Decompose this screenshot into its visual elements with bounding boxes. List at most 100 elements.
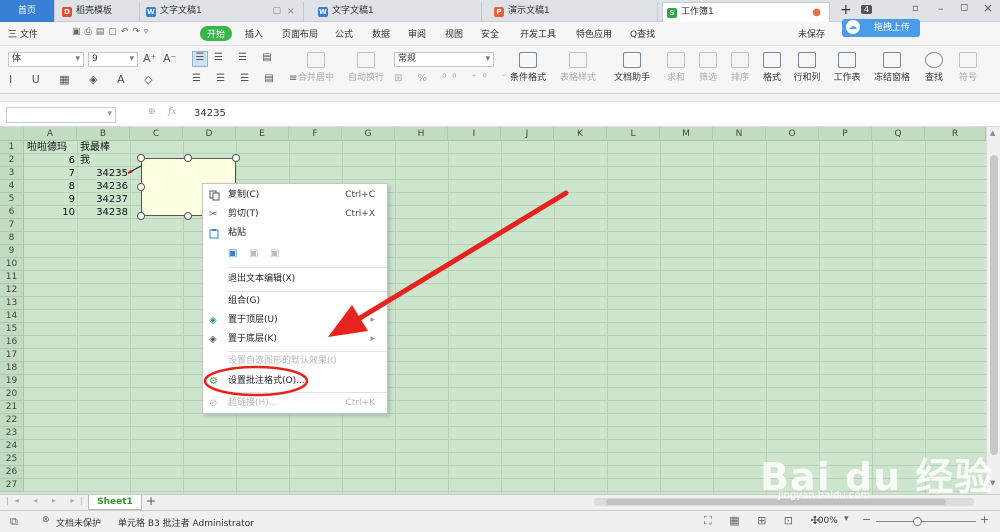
cell-b5[interactable]: 34237 xyxy=(77,193,128,206)
menu-item-group[interactable]: 组合(G) xyxy=(203,292,387,311)
conditional-format-button[interactable]: 条件格式 xyxy=(506,52,550,83)
column-header[interactable]: I xyxy=(448,127,501,141)
tab-start[interactable]: 开始 xyxy=(200,26,233,41)
resize-handle[interactable] xyxy=(137,183,145,191)
filter-button[interactable]: 筛选 xyxy=(694,52,722,83)
tab-home[interactable]: 首页 xyxy=(0,0,55,22)
merge-center-button[interactable]: 合并居中 xyxy=(294,52,338,83)
column-header[interactable]: C xyxy=(130,127,183,141)
table-style-button[interactable]: 表格样式 xyxy=(556,52,600,83)
row-header[interactable]: 8 xyxy=(0,232,24,245)
spreadsheet-grid[interactable]: A B C D E F G H I J K L M N O P Q R 1 2 … xyxy=(0,127,986,494)
font-size-select[interactable]: 9 ▾ xyxy=(88,52,138,67)
paste-keep-format-icon[interactable]: ▣ xyxy=(228,244,237,263)
row-header[interactable]: 15 xyxy=(0,323,24,336)
tab-writer-2[interactable]: W 文字文稿1 xyxy=(314,2,482,22)
tab-formula[interactable]: 公式 xyxy=(335,27,353,40)
tab-writer-1[interactable]: W 文字文稿1 ▢ × xyxy=(142,2,304,22)
sheet-tab[interactable]: Sheet1 xyxy=(88,495,142,510)
unsaved-status[interactable]: 未保存 xyxy=(798,27,825,40)
doc-helper-button[interactable]: 文档助手 xyxy=(610,52,654,83)
cell-b6[interactable]: 34238 xyxy=(77,206,128,219)
tab-count-badge[interactable]: 4 xyxy=(861,5,873,14)
scroll-thumb[interactable] xyxy=(990,155,998,455)
minimize-icon[interactable]: – xyxy=(938,2,944,15)
row-header[interactable]: 21 xyxy=(0,401,24,414)
tab-review[interactable]: 审阅 xyxy=(408,27,426,40)
menu-item-bring-to-front[interactable]: ◈ 置于顶层(U) ▸ xyxy=(203,311,387,330)
resize-handle[interactable] xyxy=(184,212,192,220)
row-header[interactable]: 24 xyxy=(0,440,24,453)
tab-docer[interactable]: D 稻壳模板 xyxy=(58,2,140,22)
tab-developer[interactable]: 开发工具 xyxy=(520,27,556,40)
column-header[interactable]: D xyxy=(183,127,236,141)
select-all-corner[interactable] xyxy=(0,127,24,141)
row-header[interactable]: 12 xyxy=(0,284,24,297)
shrink-font-icon[interactable]: A⁻ xyxy=(163,52,176,65)
tab-view[interactable]: 视图 xyxy=(445,27,463,40)
find-button[interactable]: 查找 xyxy=(920,52,948,83)
cell-a4[interactable]: 8 xyxy=(24,180,75,193)
cell-a6[interactable]: 10 xyxy=(24,206,75,219)
row-header[interactable]: 5 xyxy=(0,193,24,206)
zoom-slider-thumb[interactable] xyxy=(913,517,922,526)
align-icons-row2[interactable]: ☰ ☰ ☰ ▤ ≡ xyxy=(192,73,303,84)
fx-icon[interactable]: fx xyxy=(168,107,176,117)
worksheet-button[interactable]: 工作表 xyxy=(830,52,864,83)
formula-input[interactable]: 34235 xyxy=(194,108,226,119)
cell-b3[interactable]: 34235 xyxy=(77,167,128,180)
tab-data[interactable]: 数据 xyxy=(372,27,390,40)
drag-upload-button[interactable]: ☁ 拖拽上传 xyxy=(842,19,920,37)
paste-values-icon[interactable]: ▣ xyxy=(249,244,258,263)
macro-icon[interactable]: ⧉ xyxy=(10,515,18,529)
wrap-text-button[interactable]: 自动换行 xyxy=(344,52,388,83)
column-header[interactable]: E xyxy=(236,127,289,141)
row-col-button[interactable]: 行和列 xyxy=(790,52,824,83)
cell-b4[interactable]: 34236 xyxy=(77,180,128,193)
paste-text-icon[interactable]: ▣ xyxy=(270,244,279,263)
view-mode-icons[interactable]: ⛶ ▦ ⊞ ⊡ ✣ xyxy=(704,514,827,528)
row-header[interactable]: 16 xyxy=(0,336,24,349)
tab-security[interactable]: 安全 xyxy=(481,27,499,40)
sheet-nav-icons[interactable]: |◂ ◂ ▸ ▸| xyxy=(6,496,89,505)
row-header[interactable]: 9 xyxy=(0,245,24,258)
resize-handle[interactable] xyxy=(232,154,240,162)
chevron-down-icon[interactable]: ▾ xyxy=(844,514,849,524)
row-header[interactable]: 22 xyxy=(0,414,24,427)
row-header[interactable]: 13 xyxy=(0,297,24,310)
close-window-icon[interactable]: × xyxy=(983,1,993,15)
align-top-icon[interactable]: ☰ xyxy=(192,51,208,67)
tab-spreadsheet[interactable]: S 工作簿1 ● xyxy=(662,2,830,23)
format-button[interactable]: 格式 xyxy=(758,52,786,83)
cell-a5[interactable]: 9 xyxy=(24,193,75,206)
menu-item-format-comment[interactable]: ⚙ 设置批注格式(O)... xyxy=(203,372,387,391)
menu-item-copy[interactable]: 复制(C) Ctrl+C xyxy=(203,186,387,205)
close-icon[interactable]: × xyxy=(287,2,295,21)
sort-button[interactable]: 排序 xyxy=(726,52,754,83)
row-header[interactable]: 23 xyxy=(0,427,24,440)
zoom-in-icon[interactable]: + xyxy=(980,513,989,526)
column-header[interactable]: O xyxy=(766,127,819,141)
row-header[interactable]: 2 xyxy=(0,154,24,167)
menu-item-cut[interactable]: ✂ 剪切(T) Ctrl+X xyxy=(203,205,387,224)
font-name-select[interactable]: 体 ▾ xyxy=(8,52,84,67)
new-tab-button[interactable]: + xyxy=(840,2,852,18)
tab-presentation[interactable]: P 演示文稿1 xyxy=(490,2,658,22)
cell-a3[interactable]: 7 xyxy=(24,167,75,180)
column-header[interactable]: B xyxy=(77,127,130,141)
menu-item-set-default-effect[interactable]: 设置自选图形的默认效果(I) xyxy=(203,352,387,371)
zoom-formula-icon[interactable]: ⊕ xyxy=(148,107,156,117)
menu-item-hyperlink[interactable]: ⊘ 超链接(H)... Ctrl+K xyxy=(203,394,387,413)
protect-status[interactable]: 文档未保护 xyxy=(56,516,101,529)
column-header[interactable]: L xyxy=(607,127,660,141)
tab-special[interactable]: 特色应用 xyxy=(576,27,612,40)
row-header[interactable]: 1 xyxy=(0,141,24,154)
column-header[interactable]: P xyxy=(819,127,872,141)
row-header[interactable]: 18 xyxy=(0,362,24,375)
row-header[interactable]: 4 xyxy=(0,180,24,193)
vertical-scrollbar[interactable]: ▲ ▼ xyxy=(986,127,1000,494)
row-header[interactable]: 27 xyxy=(0,479,24,492)
row-header[interactable]: 26 xyxy=(0,466,24,479)
row-header[interactable]: 14 xyxy=(0,310,24,323)
cell-a1[interactable]: 啦啦德玛 xyxy=(27,141,77,154)
